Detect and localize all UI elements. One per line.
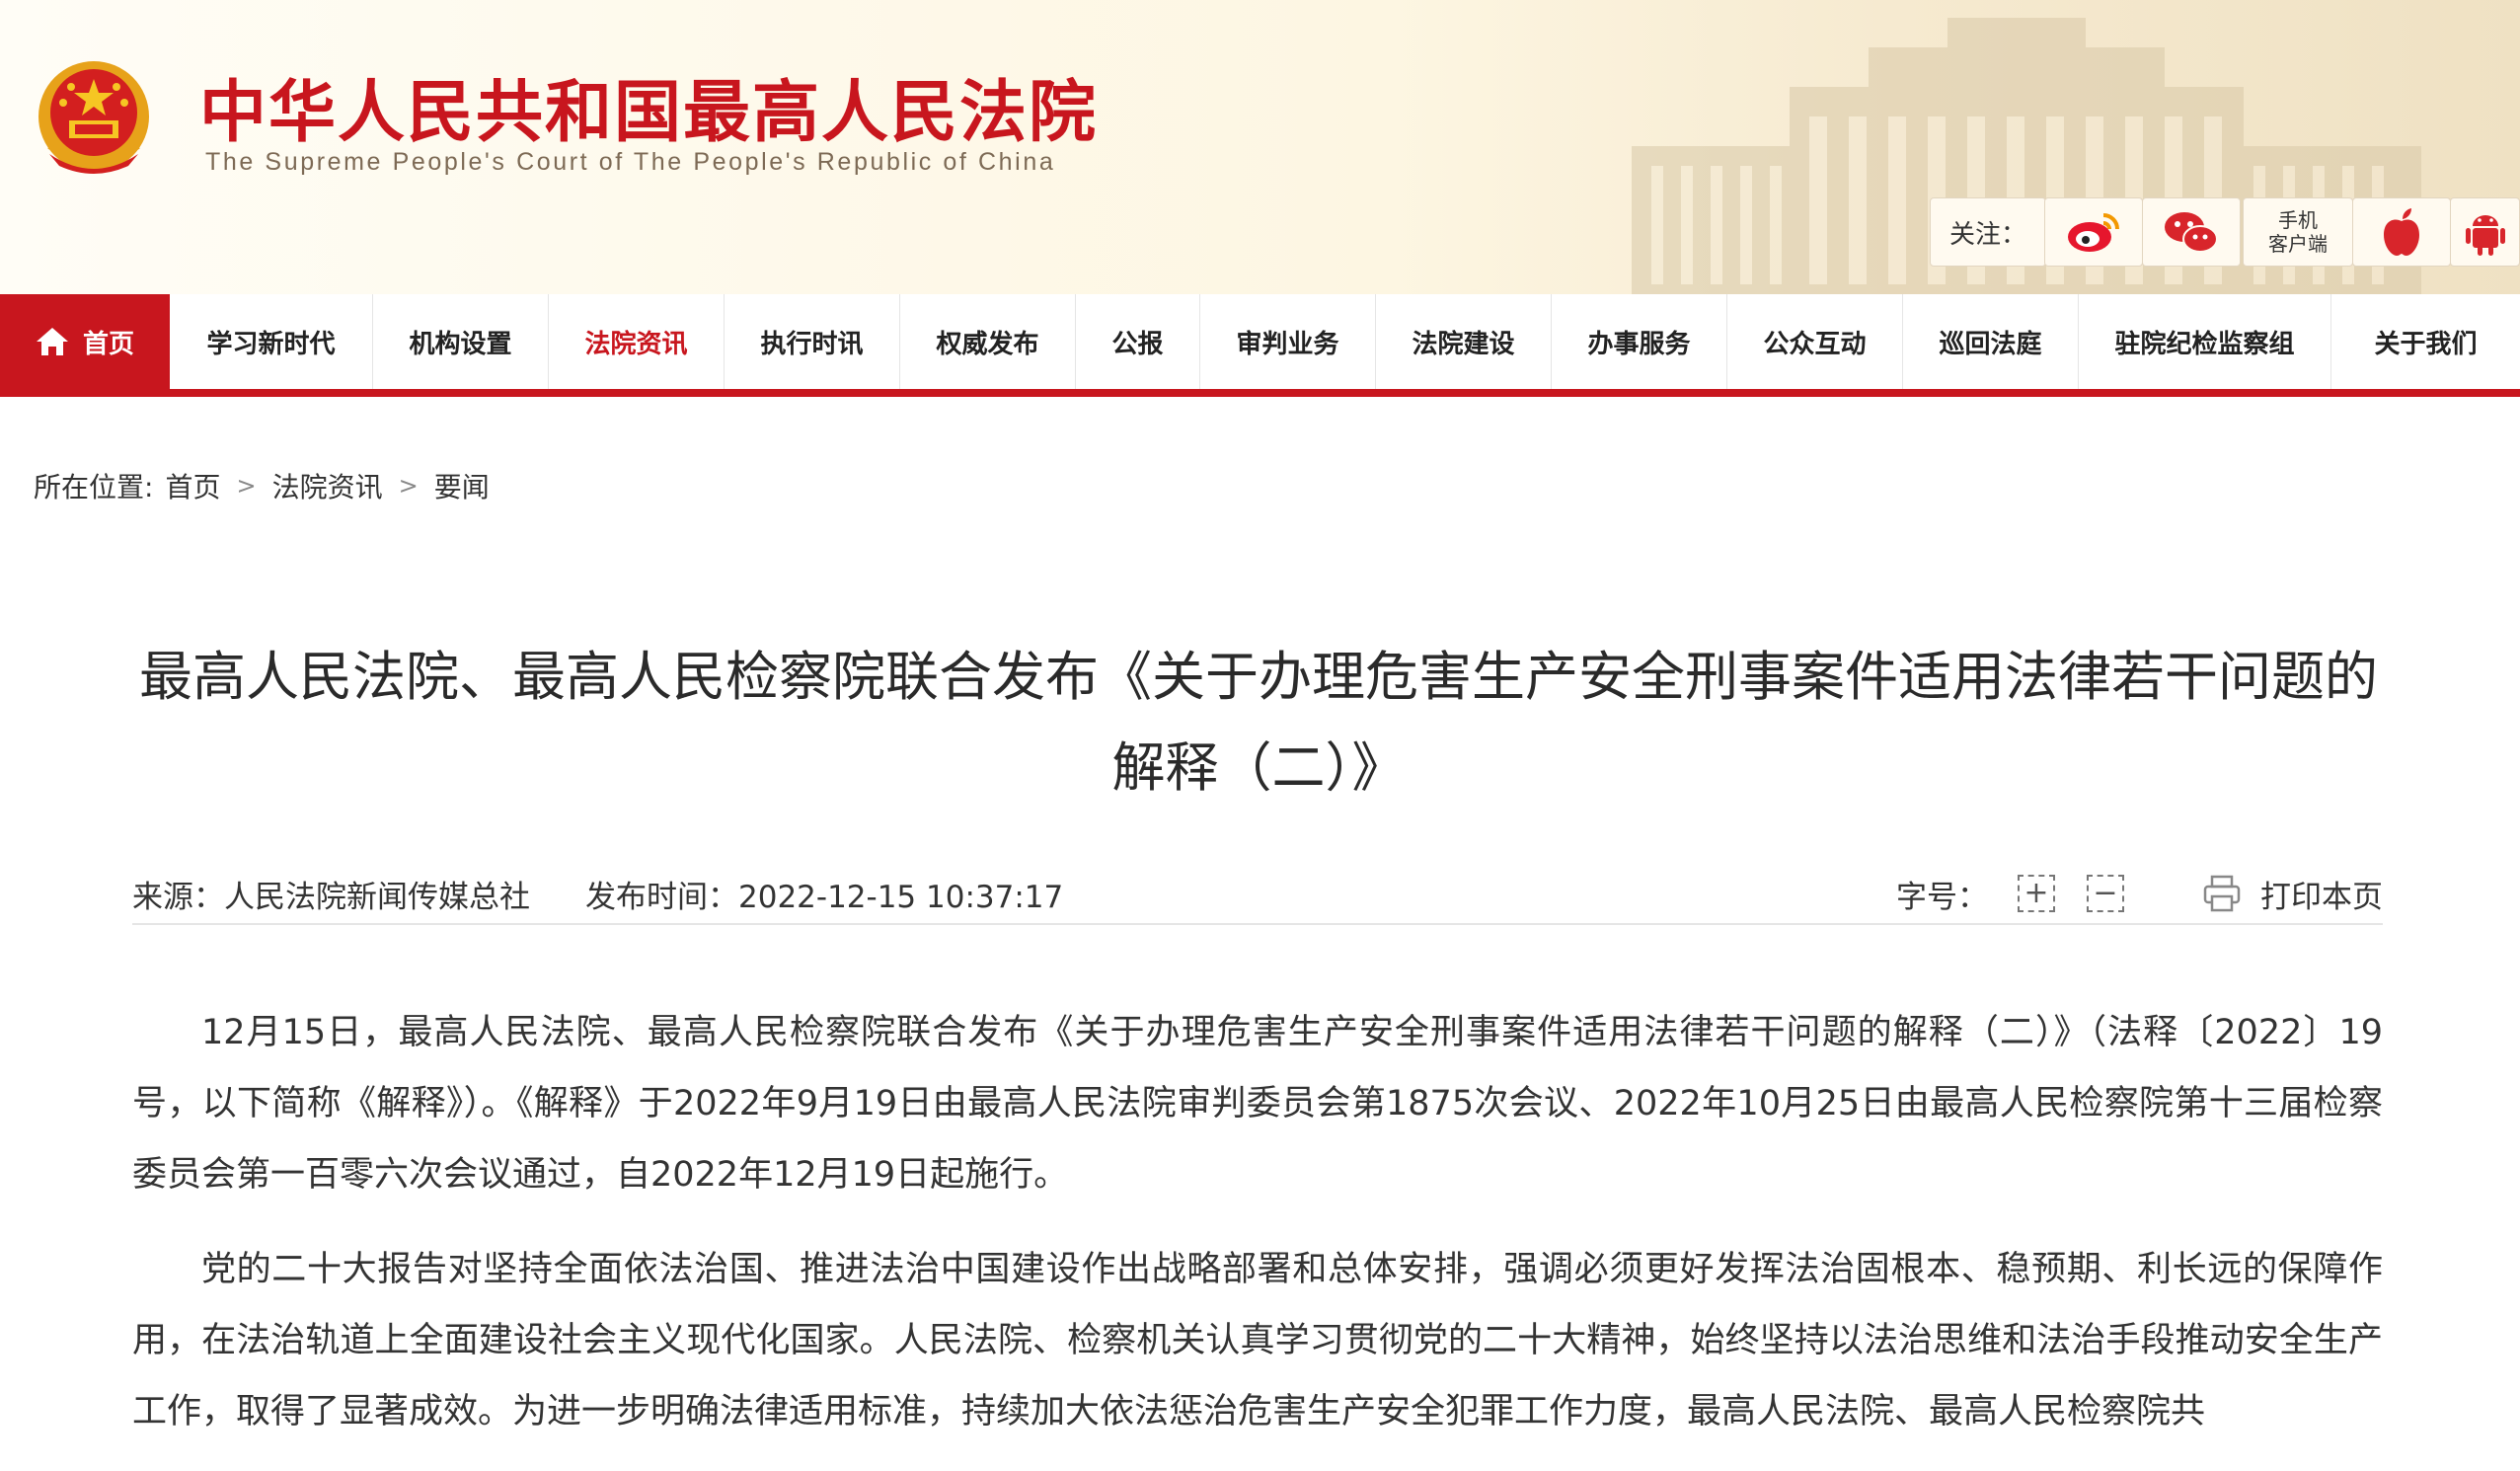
nav-item-organization[interactable]: 机构设置	[373, 294, 549, 389]
chevron-right-icon: >	[398, 472, 419, 500]
nav-item-label: 首页	[82, 329, 134, 359]
nav-item-services[interactable]: 办事服务	[1552, 294, 1727, 389]
wechat-button[interactable]	[2142, 197, 2241, 267]
apple-icon	[2384, 208, 2419, 256]
weibo-button[interactable]	[2044, 197, 2143, 267]
breadcrumb-court-news[interactable]: 法院资讯	[272, 466, 383, 505]
font-size-label: 字号：	[1896, 879, 1988, 915]
site-title[interactable]: 中华人民共和国最高人民法院	[199, 57, 1098, 155]
ios-app-button[interactable]	[2352, 197, 2451, 267]
wechat-icon	[2165, 212, 2218, 253]
nav-item-authoritative-release[interactable]: 权威发布	[900, 294, 1076, 389]
nav-item-gazette[interactable]: 公报	[1076, 294, 1200, 389]
site-subtitle: The Supreme People's Court of The People…	[205, 148, 1056, 176]
nav-item-study[interactable]: 学习新时代	[170, 294, 373, 389]
home-icon	[36, 328, 68, 355]
nav-item-execution-news[interactable]: 执行时讯	[725, 294, 900, 389]
national-emblem-icon	[38, 61, 149, 174]
article-paragraph: 党的二十大报告对坚持全面依法治国、推进法治中国建设作出战略部署和总体安排，强调必…	[132, 1250, 2383, 1432]
article-body: 12月15日，最高人民法院、最高人民检察院联合发布《关于办理危害生产安全刑事案件…	[132, 997, 2383, 1471]
print-label: 打印本页	[2260, 879, 2383, 915]
article-tools: 字号： + − 打印本页	[1896, 872, 2383, 916]
android-app-button[interactable]	[2450, 197, 2520, 267]
article-publish-time: 发布时间：2022-12-15 10:37:17	[585, 879, 1064, 915]
article-meta: 来源：人民法院新闻传媒总社 发布时间：2022-12-15 10:37:17 字…	[132, 864, 2383, 925]
follow-label: 关注：	[1930, 197, 2046, 267]
print-button[interactable]: 打印本页	[2203, 872, 2383, 916]
article-source: 来源：人民法院新闻传媒总社	[132, 879, 530, 915]
article-title: 最高人民法院、最高人民检察院联合发布《关于办理危害生产安全刑事案件适用法律若干问…	[139, 646, 2378, 799]
nav-item-trial-business[interactable]: 审判业务	[1200, 294, 1376, 389]
nav-item-discipline-inspection[interactable]: 驻院纪检监察组	[2079, 294, 2331, 389]
nav-item-home[interactable]: 首页	[0, 294, 170, 389]
font-increase-button[interactable]: +	[2018, 875, 2055, 912]
printer-icon	[2203, 875, 2241, 912]
android-icon	[2465, 215, 2505, 256]
article-paragraph: 12月15日，最高人民法院、最高人民检察院联合发布《关于办理危害生产安全刑事案件…	[132, 1013, 2383, 1195]
mobile-client-button[interactable]: 手机 客户端	[2243, 197, 2353, 267]
mobile-client-label-1: 手机	[2278, 208, 2318, 232]
font-decrease-button[interactable]: −	[2087, 875, 2124, 912]
nav-item-circuit-court[interactable]: 巡回法庭	[1903, 294, 2079, 389]
nav-item-about-us[interactable]: 关于我们	[2331, 294, 2520, 389]
breadcrumb: 所在位置: 首页 > 法院资讯 > 要闻	[34, 466, 490, 505]
breadcrumb-home[interactable]: 首页	[165, 466, 220, 505]
nav-item-court-construction[interactable]: 法院建设	[1376, 294, 1552, 389]
breadcrumb-headlines[interactable]: 要闻	[434, 466, 490, 505]
weibo-icon	[2068, 213, 2119, 252]
breadcrumb-label: 所在位置:	[34, 471, 154, 503]
main-nav: 首页 学习新时代 机构设置 法院资讯 执行时讯 权威发布 公报 审判业务 法院建…	[0, 294, 2520, 397]
site-header: 中华人民共和国最高人民法院 The Supreme People's Court…	[0, 0, 2520, 294]
nav-item-court-news[interactable]: 法院资讯	[549, 294, 725, 389]
nav-item-public-interaction[interactable]: 公众互动	[1727, 294, 1903, 389]
chevron-right-icon: >	[236, 472, 257, 500]
mobile-client-label-2: 客户端	[2268, 232, 2328, 256]
